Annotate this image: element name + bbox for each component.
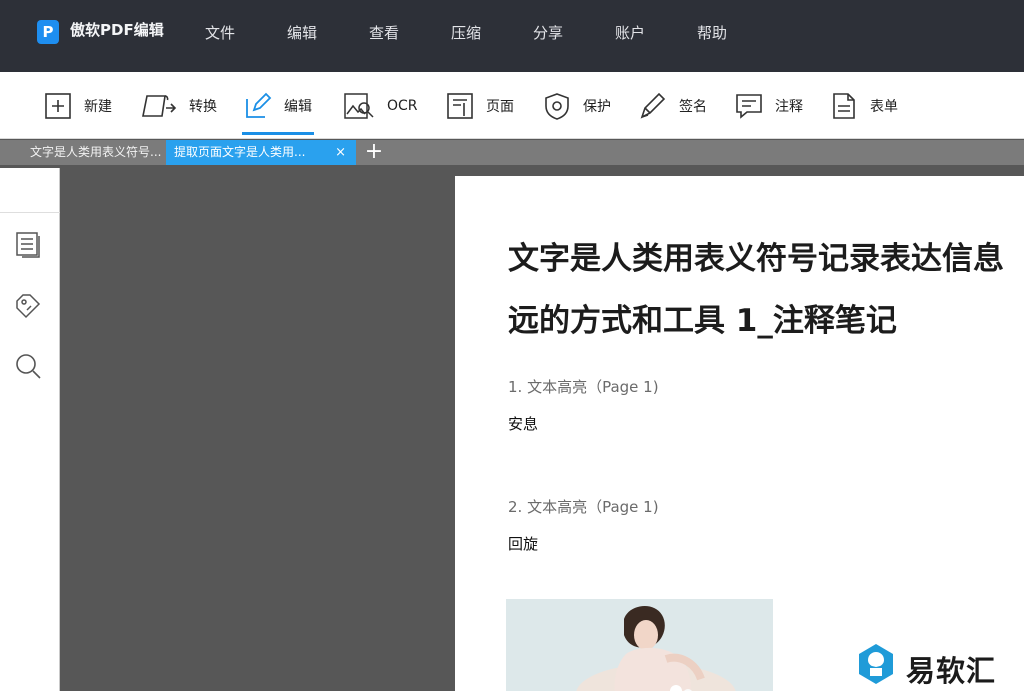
menu-account[interactable]: 账户 <box>615 22 645 43</box>
main-toolbar: 新建 转换 编辑 OCR 页面 保护 签名 注释 表单 <box>0 72 1024 139</box>
form-icon <box>833 92 855 119</box>
menu-view[interactable]: 查看 <box>369 22 399 43</box>
photo-illustration <box>506 599 773 691</box>
thumbnails-icon[interactable] <box>14 230 42 258</box>
menu-file[interactable]: 文件 <box>205 22 235 43</box>
shield-icon <box>545 92 569 120</box>
pencil-edit-icon <box>246 92 272 118</box>
app-title: 傲软PDF编辑 <box>70 21 164 39</box>
tool-protect-button[interactable]: 保护 <box>543 72 611 139</box>
tool-sign-label: 签名 <box>679 98 707 115</box>
tag-icon[interactable] <box>14 292 42 320</box>
page-icon <box>447 92 473 119</box>
tool-convert-label: 转换 <box>189 98 217 115</box>
tool-form-label: 表单 <box>870 98 898 115</box>
plus-box-icon <box>45 92 71 119</box>
tool-sign-button[interactable]: 签名 <box>639 72 707 139</box>
tool-page-button[interactable]: 页面 <box>446 72 514 139</box>
tool-new-button[interactable]: 新建 <box>44 72 112 139</box>
tool-edit-label: 编辑 <box>284 98 312 115</box>
tool-ocr-button[interactable]: OCR <box>343 72 418 139</box>
tool-annotate-label: 注释 <box>775 98 803 115</box>
tool-new-label: 新建 <box>84 98 112 115</box>
document-title-line: 远的方式和工具 1_注释笔记 <box>508 303 897 339</box>
menu-edit[interactable]: 编辑 <box>287 22 317 43</box>
ocr-scan-icon <box>344 92 374 119</box>
document-tab[interactable]: 文字是人类用表义符号... <box>22 140 164 165</box>
tool-protect-label: 保护 <box>583 98 611 115</box>
top-menu-bar: P 傲软PDF编辑 文件 编辑 查看 压缩 分享 账户 帮助 <box>0 0 1024 72</box>
menu-help[interactable]: 帮助 <box>697 22 727 43</box>
menu-compress[interactable]: 压缩 <box>451 22 481 43</box>
tool-convert-button[interactable]: 转换 <box>141 72 217 139</box>
tool-form-button[interactable]: 表单 <box>830 72 898 139</box>
close-icon[interactable]: × <box>335 140 346 165</box>
document-title-line: 文字是人类用表义符号记录表达信息 <box>508 241 1004 277</box>
app-logo: P <box>37 20 59 44</box>
pdf-page[interactable]: 文字是人类用表义符号记录表达信息 远的方式和工具 1_注释笔记 1. 文本高亮（… <box>455 176 1024 691</box>
document-tab-strip: 文字是人类用表义符号... 提取页面文字是人类用... × + <box>0 140 1024 165</box>
panel-divider <box>0 212 60 213</box>
document-title: 文字是人类用表义符号记录表达信息 远的方式和工具 1_注释笔记 <box>508 228 1024 352</box>
menu-share[interactable]: 分享 <box>533 22 563 43</box>
search-icon[interactable] <box>14 352 42 380</box>
tool-page-label: 页面 <box>486 98 514 115</box>
comment-icon <box>736 93 762 119</box>
watermark-text: 易软汇 <box>906 654 997 688</box>
annotation-text: 回旋 <box>508 535 539 553</box>
convert-icon <box>142 94 177 117</box>
tab-title: 文字是人类用表义符号... <box>30 145 162 159</box>
annotation-heading: 2. 文本高亮（Page 1) <box>508 498 659 516</box>
annotation-heading: 1. 文本高亮（Page 1) <box>508 378 659 396</box>
tool-ocr-label: OCR <box>387 97 418 114</box>
watermark-icon <box>859 644 893 684</box>
watermark-logo: 易软汇 <box>856 642 1020 688</box>
tool-annotate-button[interactable]: 注释 <box>735 72 803 139</box>
document-photo <box>506 599 773 691</box>
add-tab-button[interactable]: + <box>363 140 385 165</box>
pen-icon <box>640 92 666 119</box>
document-tab-active[interactable]: 提取页面文字是人类用... × <box>166 140 356 165</box>
annotation-text: 安息 <box>508 415 539 433</box>
left-side-panel <box>0 168 60 691</box>
tab-title: 提取页面文字是人类用... <box>174 145 306 159</box>
tool-edit-button[interactable]: 编辑 <box>242 72 314 139</box>
